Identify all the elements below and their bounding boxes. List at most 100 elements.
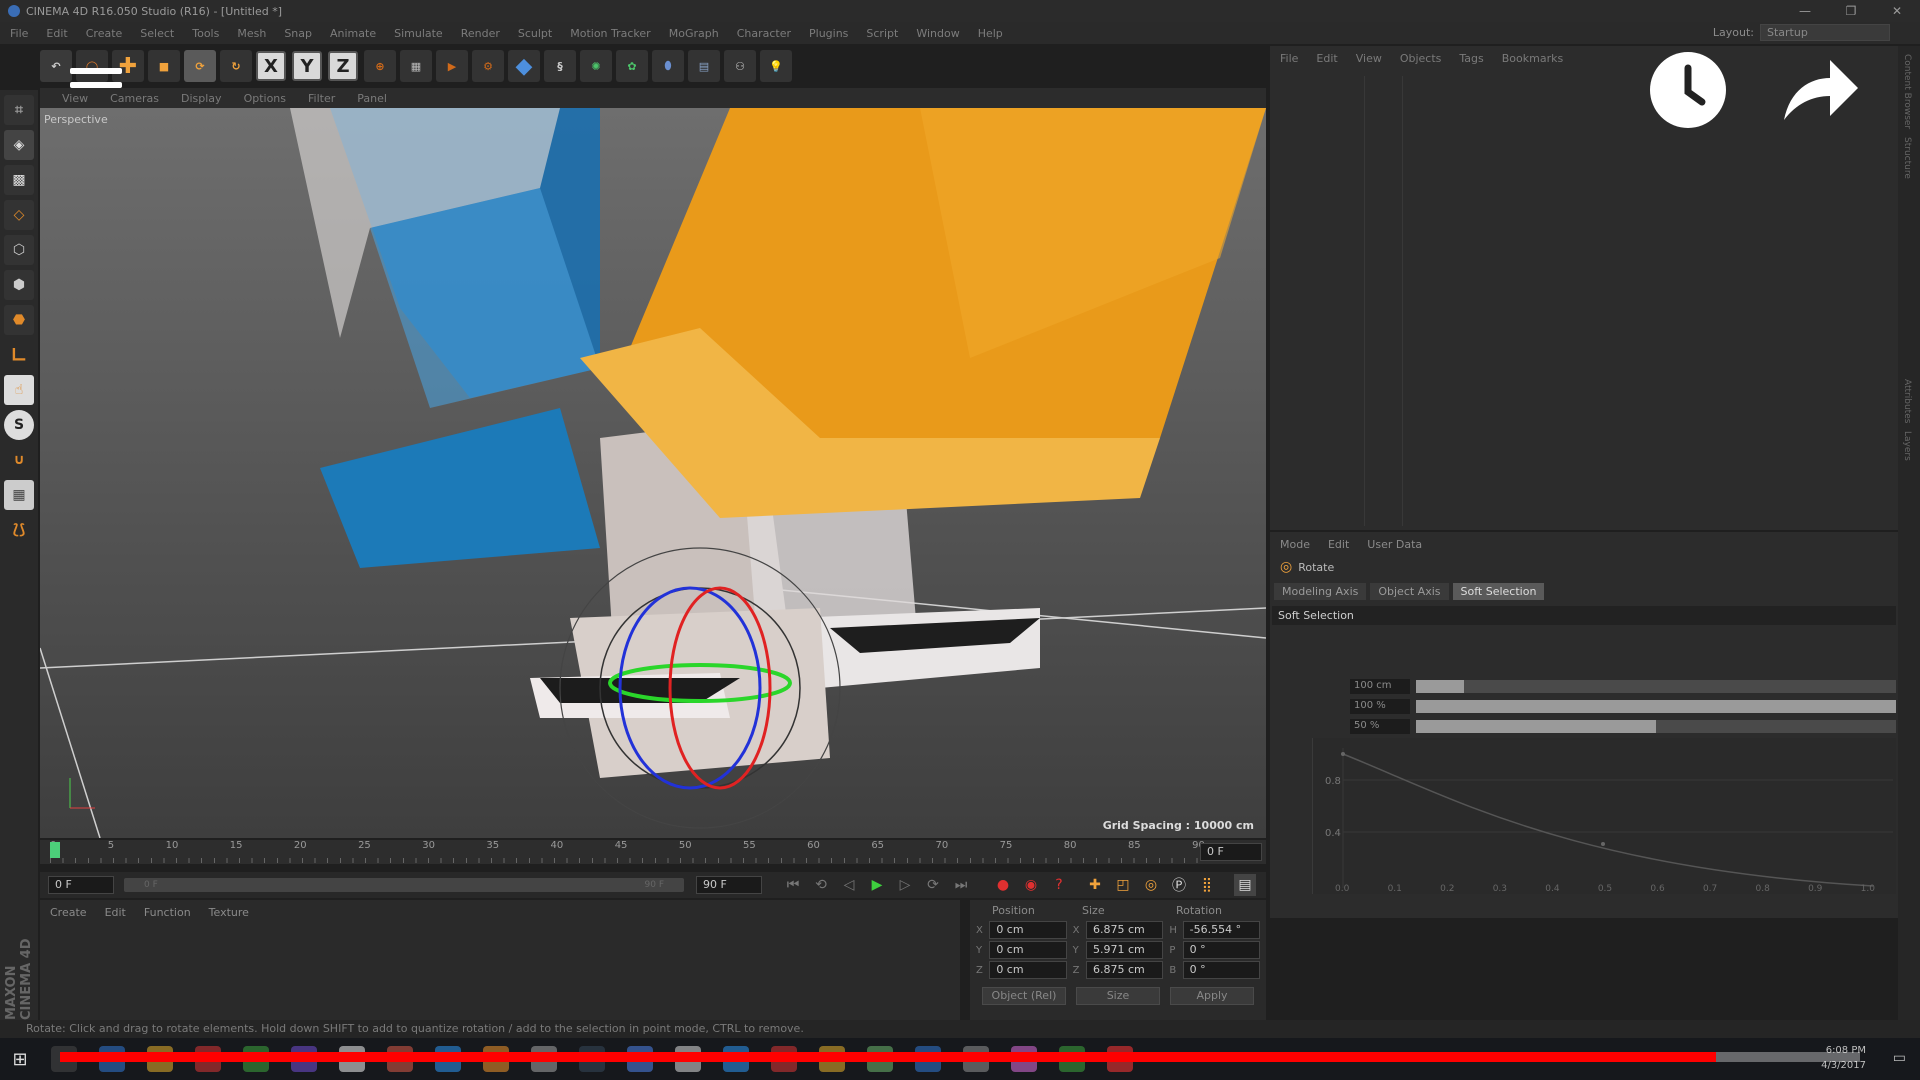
end-frame-field[interactable]: 90 F	[696, 876, 762, 894]
menu-motion-tracker[interactable]: Motion Tracker	[570, 27, 650, 40]
timeline-ruler[interactable]: 0 5 10 15 20 25 30 35 40 45 50 55 60 65 …	[40, 840, 1266, 864]
go-to-start-icon[interactable]: ⏮	[782, 874, 804, 896]
param-strength-slider[interactable]	[1416, 699, 1896, 713]
share-icon[interactable]	[1780, 54, 1860, 127]
snap-icon[interactable]: S	[4, 410, 34, 440]
menu-animate[interactable]: Animate	[330, 27, 376, 40]
axis-mode-icon[interactable]: ∟	[4, 340, 34, 370]
workplane-icon[interactable]: ◇	[4, 200, 34, 230]
perspective-viewport[interactable]: Grid Spacing : 10000 cm	[40, 108, 1266, 838]
object-menu-objects[interactable]: Objects	[1400, 52, 1442, 65]
menu-window[interactable]: Window	[916, 27, 959, 40]
menu-select[interactable]: Select	[140, 27, 174, 40]
menu-file[interactable]: File	[10, 27, 28, 40]
param-width-slider[interactable]	[1416, 719, 1896, 733]
key-position-icon[interactable]: ✚	[1084, 874, 1106, 896]
tab-soft-selection[interactable]: Soft Selection	[1452, 583, 1545, 600]
notifications-icon[interactable]: ▭	[1893, 1050, 1906, 1066]
floor-scene-icon[interactable]: ▤	[688, 50, 720, 82]
menu-render[interactable]: Render	[461, 27, 500, 40]
menu-tools[interactable]: Tools	[192, 27, 219, 40]
size-mode-dropdown[interactable]: Size	[1076, 987, 1160, 1005]
viewport-menu-cameras[interactable]: Cameras	[110, 92, 159, 105]
previous-key-icon[interactable]: ⟲	[810, 874, 832, 896]
restore-icon[interactable]: ❐	[1828, 0, 1874, 22]
menu-edit[interactable]: Edit	[46, 27, 67, 40]
object-menu-file[interactable]: File	[1280, 52, 1298, 65]
recent-tools-icon[interactable]: ↻	[220, 50, 252, 82]
tab-modeling-axis[interactable]: Modeling Axis	[1274, 583, 1367, 600]
tab-layers[interactable]: Layers	[1902, 431, 1912, 461]
material-menu-function[interactable]: Function	[144, 906, 191, 919]
param-radius-field[interactable]: 100 cm	[1350, 678, 1410, 694]
param-width-field[interactable]: 50 %	[1350, 718, 1410, 734]
tab-object-axis[interactable]: Object Axis	[1370, 583, 1449, 600]
falloff-curve-graph[interactable]: 0.8 0.4 0.0 0.1 0.2 0.3 0.4 0.5 0.6 0.7 …	[1312, 738, 1896, 894]
autokey-icon[interactable]: ◉	[1020, 874, 1042, 896]
attribute-menu-mode[interactable]: Mode	[1280, 538, 1310, 551]
tab-structure[interactable]: Structure	[1902, 137, 1912, 179]
video-progress-track[interactable]	[60, 1052, 1860, 1062]
menu-mesh[interactable]: Mesh	[237, 27, 266, 40]
viewport-menu-display[interactable]: Display	[181, 92, 222, 105]
rotation-p-field[interactable]: 0 °	[1182, 941, 1260, 959]
param-strength-field[interactable]: 100 %	[1350, 698, 1410, 714]
locked-workplane-icon[interactable]: ⟅⟆	[4, 515, 34, 545]
tab-content-browser[interactable]: Content Browser	[1902, 54, 1912, 129]
coordinate-system-icon[interactable]: ⊕	[364, 50, 396, 82]
minimize-icon[interactable]: —	[1782, 0, 1828, 22]
viewport-menu-options[interactable]: Options	[244, 92, 286, 105]
cube-primitive-icon[interactable]: ◆	[508, 50, 540, 82]
texture-mode-icon[interactable]: ▩	[4, 165, 34, 195]
attribute-menu-edit[interactable]: Edit	[1328, 538, 1349, 551]
menu-help[interactable]: Help	[978, 27, 1003, 40]
attribute-menu-user-data[interactable]: User Data	[1367, 538, 1422, 551]
previous-frame-icon[interactable]: ◁	[838, 874, 860, 896]
menu-simulate[interactable]: Simulate	[394, 27, 443, 40]
menu-plugins[interactable]: Plugins	[809, 27, 848, 40]
size-y-field[interactable]: 5.971 cm	[1085, 941, 1164, 959]
scale-icon[interactable]: ■	[148, 50, 180, 82]
edges-mode-icon[interactable]: ⬢	[4, 270, 34, 300]
object-menu-bookmarks[interactable]: Bookmarks	[1502, 52, 1563, 65]
material-menu-edit[interactable]: Edit	[105, 906, 126, 919]
rotation-h-field[interactable]: -56.554 °	[1182, 921, 1260, 939]
apply-button[interactable]: Apply	[1170, 987, 1254, 1005]
viewport-menu-view[interactable]: View	[62, 92, 88, 105]
z-axis-lock-icon[interactable]: Z	[328, 51, 358, 81]
next-key-icon[interactable]: ⟳	[922, 874, 944, 896]
render-view-icon[interactable]: ▦	[400, 50, 432, 82]
render-picture-viewer-icon[interactable]: ▶	[436, 50, 468, 82]
play-icon[interactable]: ▶	[866, 874, 888, 896]
x-axis-lock-icon[interactable]: X	[256, 51, 286, 81]
points-mode-icon[interactable]: ⬡	[4, 235, 34, 265]
render-settings-icon[interactable]: ⚙	[472, 50, 504, 82]
key-parameter-icon[interactable]: Ⓟ	[1168, 874, 1190, 896]
model-mode-icon[interactable]: ◈	[4, 130, 34, 160]
key-rotation-icon[interactable]: ◎	[1140, 874, 1162, 896]
menu-snap[interactable]: Snap	[284, 27, 312, 40]
playhead[interactable]	[50, 842, 60, 858]
size-z-field[interactable]: 6.875 cm	[1085, 961, 1164, 979]
make-editable-icon[interactable]: ⌗	[4, 95, 34, 125]
tweak-mode-icon[interactable]: ☝	[4, 375, 34, 405]
camera-icon[interactable]: ⚇	[724, 50, 756, 82]
go-to-end-icon[interactable]: ⏭	[950, 874, 972, 896]
menu-create[interactable]: Create	[86, 27, 123, 40]
undo-icon[interactable]: ↶	[40, 50, 72, 82]
layout-dropdown[interactable]: Startup	[1760, 24, 1890, 41]
deformer-icon[interactable]: ⬮	[652, 50, 684, 82]
record-keys-icon[interactable]: ●	[992, 874, 1014, 896]
current-frame-field[interactable]: 0 F	[1200, 843, 1262, 861]
watch-later-icon[interactable]	[1650, 52, 1726, 128]
viewport-menu-panel[interactable]: Panel	[357, 92, 387, 105]
menu-script[interactable]: Script	[866, 27, 898, 40]
start-frame-field[interactable]: 0 F	[48, 876, 114, 894]
y-axis-lock-icon[interactable]: Y	[292, 51, 322, 81]
next-frame-icon[interactable]: ▷	[894, 874, 916, 896]
keyframe-selection-icon[interactable]: ?	[1048, 874, 1070, 896]
windows-start-icon[interactable]: ⊞	[0, 1049, 40, 1070]
tab-attributes[interactable]: Attributes	[1902, 379, 1912, 423]
rotate-icon[interactable]: ⟳	[184, 50, 216, 82]
array-generator-icon[interactable]: ✿	[616, 50, 648, 82]
